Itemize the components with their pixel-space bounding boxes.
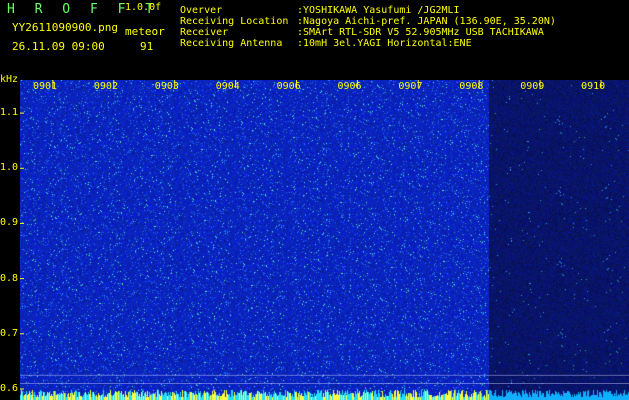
timestamp: 26.11.09 09:00 [12,40,105,53]
station-info: Overver :YOSHIKAWA Yasufumi /JG2MLI Rece… [180,6,556,50]
y-tick-label: 0.9 [0,217,19,229]
y-tick-label: 0.6 [0,382,19,394]
x-tick-label: 0902 [93,81,118,92]
header-panel: H R O F F T 1.0.0f YY2611090900.png mete… [0,0,629,80]
meteor-label: meteor [125,25,165,38]
x-tick-label: 0908 [459,81,484,92]
info-value: :10mH 3el.YAGI Horizontal:ENE [297,38,472,49]
x-tick-label: 0907 [398,81,423,92]
x-tick-label: 0904 [215,81,240,92]
y-tick-label: 1.1 [0,107,19,119]
info-row-antenna: Receiving Antenna :10mH 3el.YAGI Horizon… [180,39,556,50]
spectrogram-overlay [20,80,629,390]
x-tick-label: 0906 [276,81,301,92]
spectrogram-plot [20,80,629,400]
y-tick-label: 0.8 [0,272,19,284]
y-tick-label: 1.0 [0,162,19,174]
x-tick-label: 0909 [520,81,545,92]
x-tick-label: 0903 [154,81,179,92]
x-tick-label: 0906 [337,81,362,92]
info-key: Receiving Antenna [180,38,283,49]
x-tick-label: 0910 [581,81,606,92]
meteor-count: 91 [140,40,154,53]
image-filename: YY2611090900.png [12,21,118,34]
y-tick-label: 0.7 [0,327,19,339]
x-tick-label: 0901 [33,81,58,92]
y-axis-unit: kHz [0,74,19,85]
app-version: 1.0.0f [125,2,162,13]
